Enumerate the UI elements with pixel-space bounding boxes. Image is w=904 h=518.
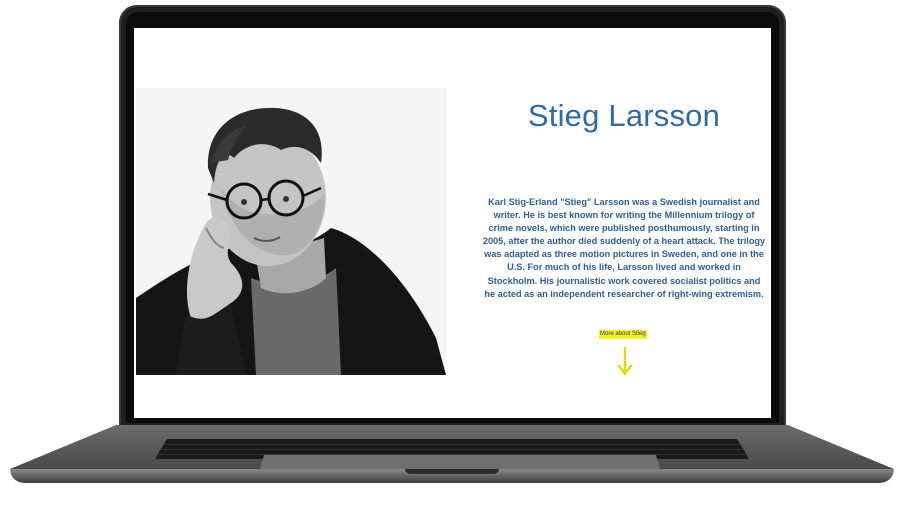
more-about-link[interactable]: More about Stieg (599, 330, 647, 339)
arrow-down-icon[interactable] (617, 346, 633, 378)
author-photo (136, 88, 446, 375)
laptop-notch (405, 469, 499, 474)
author-bio-text: Karl Stig-Erland "Stieg" Larsson was a S… (482, 197, 766, 299)
author-name-heading: Stieg Larsson (527, 98, 721, 133)
laptop-base (10, 425, 894, 487)
laptop-screen: Stieg Larsson Karl Stig-Erland "Stieg" L… (134, 28, 771, 418)
trackpad (260, 455, 660, 469)
